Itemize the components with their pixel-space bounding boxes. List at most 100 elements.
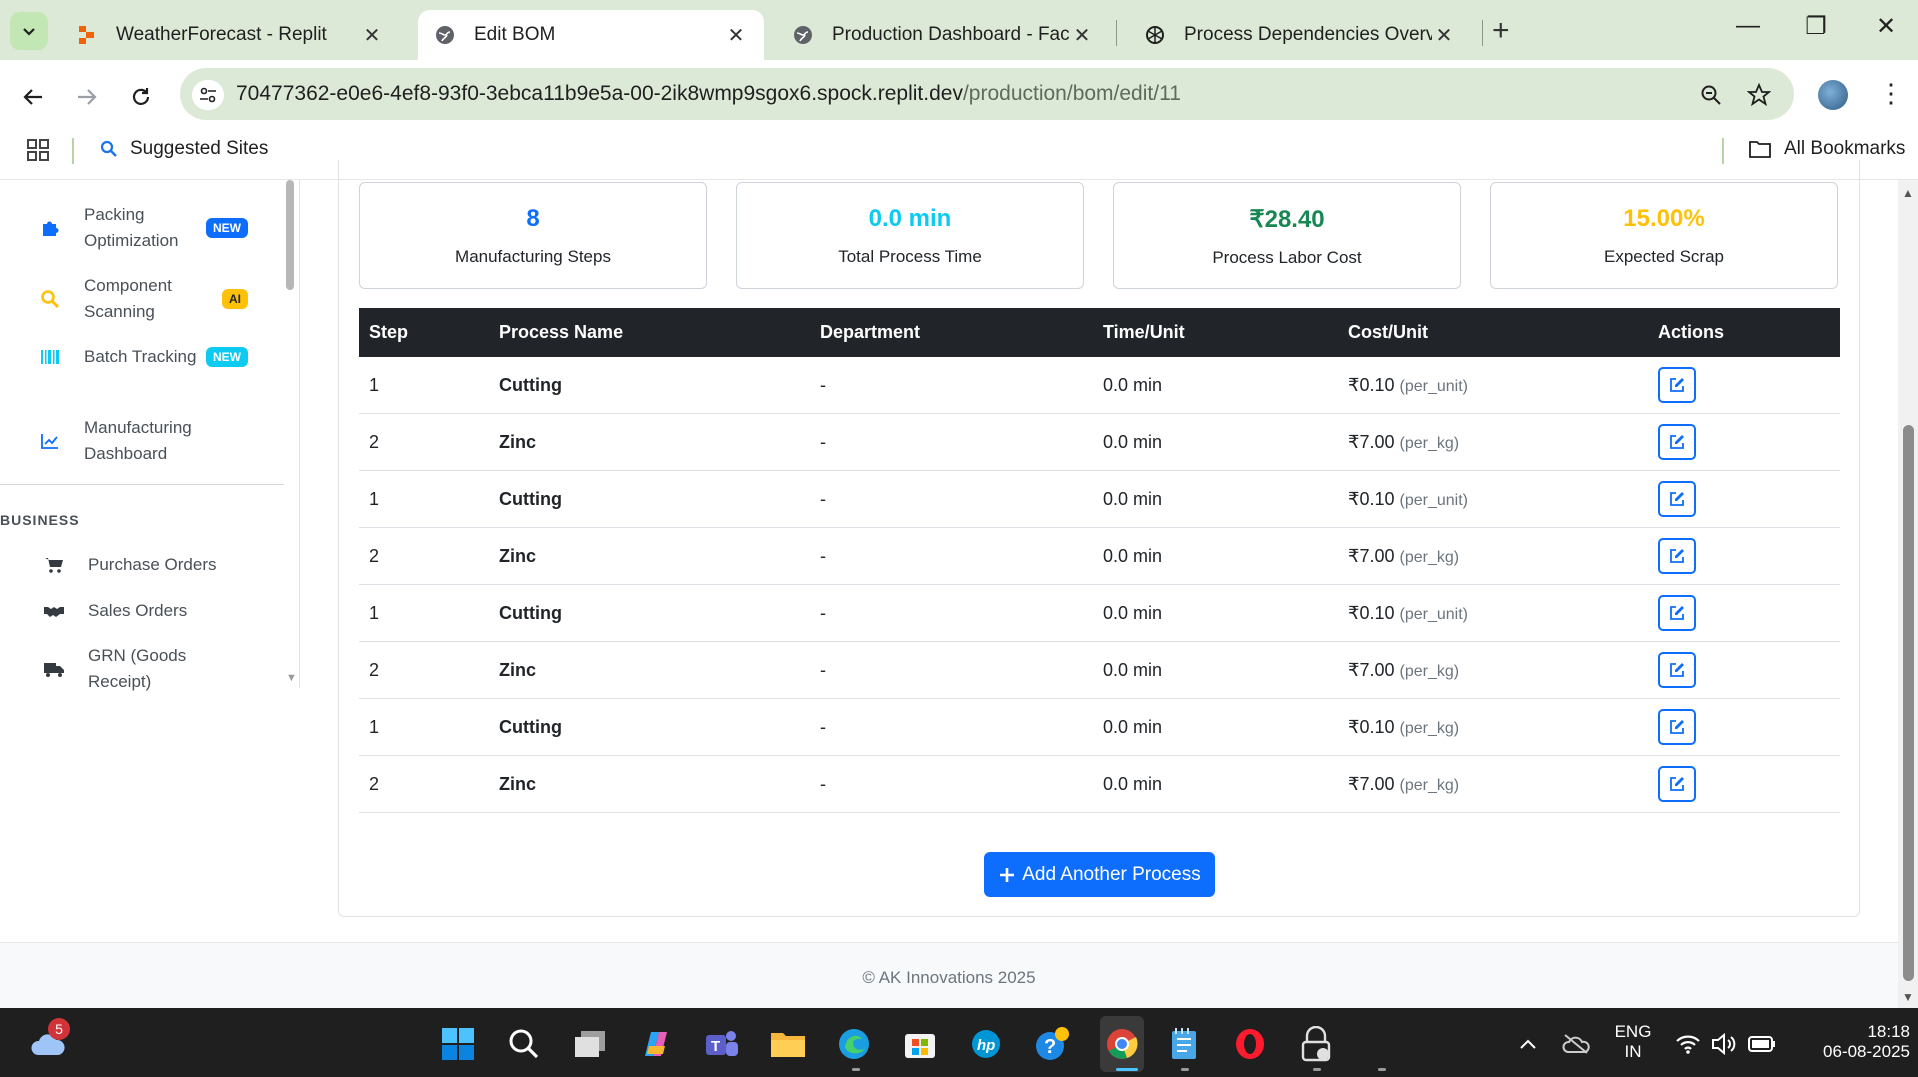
sidebar-item-grn[interactable]: GRN (Goods Receipt): [42, 643, 252, 695]
bookmark-star-icon[interactable]: [1744, 80, 1774, 110]
sidebar-item-packing-optimization[interactable]: Packing Optimization NEW: [38, 202, 248, 254]
help-icon[interactable]: ?: [1032, 1024, 1072, 1064]
barcode-icon: [38, 345, 62, 369]
edit-icon: [1670, 435, 1684, 449]
tab-edit-bom[interactable]: Edit BOM ✕: [418, 10, 764, 60]
close-window-button[interactable]: ✕: [1866, 12, 1906, 41]
sidebar-section-heading: BUSINESS: [0, 512, 80, 528]
edit-icon: [1670, 549, 1684, 563]
sidebar-item-component-scanning[interactable]: Component Scanning AI: [38, 273, 248, 325]
battery-icon[interactable]: [1742, 1024, 1782, 1064]
edit-process-button[interactable]: [1658, 424, 1696, 460]
cost-unit-basis: (per_kg): [1399, 777, 1460, 794]
cell-step: 2: [369, 546, 380, 566]
zoom-icon[interactable]: [1696, 80, 1726, 110]
url-text[interactable]: 70477362-e0e6-4ef8-93f0-3ebca11b9e5a-00-…: [236, 82, 1181, 106]
page-footer: © AK Innovations 2025: [0, 942, 1898, 1008]
language-indicator[interactable]: ENG IN: [1610, 1022, 1656, 1062]
cost-value: ₹0.10: [1348, 375, 1395, 395]
sidebar-scroll-down-icon[interactable]: ▼: [286, 672, 297, 684]
profile-avatar[interactable]: [1818, 80, 1848, 110]
volume-icon[interactable]: [1704, 1024, 1744, 1064]
site-info-icon[interactable]: [192, 80, 224, 110]
file-explorer-icon[interactable]: [768, 1024, 808, 1064]
hp-security-icon[interactable]: [1296, 1024, 1336, 1064]
clock-time: 18:18: [1867, 1022, 1910, 1041]
table-row: 1 Cutting - 0.0 min ₹0.10 (per_unit): [359, 357, 1840, 414]
page-scrollbar-thumb[interactable]: [1903, 425, 1914, 981]
bookmark-suggested-sites[interactable]: Suggested Sites: [100, 138, 268, 160]
language-code: ENG: [1614, 1022, 1652, 1041]
back-button[interactable]: [16, 80, 50, 114]
forward-button[interactable]: [70, 80, 104, 114]
new-tab-button[interactable]: +: [1492, 14, 1510, 48]
new-badge: NEW: [206, 218, 248, 238]
edit-process-button[interactable]: [1658, 766, 1696, 802]
show-hidden-icons-chevron-up-icon[interactable]: [1508, 1024, 1548, 1064]
notepad-icon[interactable]: [1164, 1024, 1204, 1064]
teams-icon[interactable]: T: [702, 1024, 742, 1064]
cell-time-unit: 0.0 min: [1103, 546, 1163, 566]
close-icon[interactable]: ✕: [1070, 23, 1094, 48]
chrome-icon[interactable]: [1102, 1024, 1142, 1064]
cell-time-unit: 0.0 min: [1103, 489, 1163, 509]
plus-icon: [1000, 867, 1015, 882]
edit-process-button[interactable]: [1658, 652, 1696, 688]
minimize-button[interactable]: —: [1728, 12, 1768, 40]
edit-process-button[interactable]: [1658, 595, 1696, 631]
sidebar-item-sales-orders[interactable]: Sales Orders: [42, 598, 252, 624]
weather-notification-badge: 5: [48, 1018, 70, 1040]
add-another-process-button[interactable]: Add Another Process: [984, 852, 1215, 897]
edit-process-button[interactable]: [1658, 481, 1696, 517]
cost-unit-basis: (per_unit): [1399, 606, 1468, 623]
column-header-actions: Actions: [1658, 322, 1725, 342]
system-clock[interactable]: 18:18 06-08-2025: [1790, 1022, 1910, 1062]
sidebar-scrollbar[interactable]: [286, 180, 294, 290]
sidebar-item-purchase-orders[interactable]: Purchase Orders: [42, 552, 252, 578]
edit-process-button[interactable]: [1658, 709, 1696, 745]
sidebar-item-label: Batch Tracking: [84, 347, 197, 366]
scroll-up-icon[interactable]: ▲: [1902, 186, 1914, 200]
cell-department: -: [820, 774, 826, 794]
edge-icon[interactable]: [834, 1024, 874, 1064]
cost-unit-basis: (per_unit): [1399, 378, 1468, 395]
hp-icon[interactable]: hp: [966, 1024, 1006, 1064]
sidebar-item-manufacturing-dashboard[interactable]: Manufacturing Dashboard: [38, 415, 248, 467]
tab-process-dependencies[interactable]: Process Dependencies Overview ✕: [1128, 10, 1472, 60]
edit-process-button[interactable]: [1658, 538, 1696, 574]
close-icon[interactable]: ✕: [360, 23, 384, 48]
cell-department: -: [820, 660, 826, 680]
onedrive-icon[interactable]: [1556, 1024, 1596, 1064]
bookmark-separator: [72, 138, 74, 164]
active-indicator: [1116, 1068, 1138, 1071]
browser-menu-icon[interactable]: ⋮: [1878, 78, 1904, 109]
task-view-icon[interactable]: [570, 1024, 610, 1064]
puzzle-icon: [38, 216, 62, 240]
sidebar-item-batch-tracking[interactable]: Batch Tracking NEW: [38, 344, 248, 370]
search-icon: [100, 140, 117, 157]
opera-icon[interactable]: [1230, 1024, 1270, 1064]
start-button[interactable]: [438, 1024, 478, 1064]
search-icon[interactable]: [504, 1024, 544, 1064]
edit-process-button[interactable]: [1658, 367, 1696, 403]
tab-production-dashboard[interactable]: Production Dashboard - Factory ✕: [776, 10, 1110, 60]
microsoft-store-icon[interactable]: [900, 1024, 940, 1064]
tab-weatherforecast[interactable]: WeatherForecast - Replit ✕: [60, 10, 400, 60]
scroll-down-icon[interactable]: ▼: [1902, 990, 1914, 1004]
stat-total-process-time: 0.0 min Total Process Time: [736, 182, 1084, 289]
apps-grid-icon[interactable]: [26, 138, 50, 167]
reload-button[interactable]: [124, 80, 158, 114]
add-button-label: Add Another Process: [1022, 863, 1201, 885]
wifi-icon[interactable]: [1668, 1024, 1708, 1064]
sidebar-item-label: Component Scanning: [84, 276, 172, 321]
cell-time-unit: 0.0 min: [1103, 432, 1163, 452]
restore-button[interactable]: ❐: [1796, 12, 1836, 41]
tab-title: Production Dashboard - Factory: [832, 24, 1070, 45]
close-icon[interactable]: ✕: [724, 23, 748, 48]
tab-search-button[interactable]: [10, 12, 48, 50]
all-bookmarks-button[interactable]: All Bookmarks: [1748, 138, 1905, 160]
copilot-icon[interactable]: [636, 1024, 676, 1064]
folder-icon: [1749, 141, 1771, 158]
cell-process-name: Cutting: [499, 489, 562, 509]
close-icon[interactable]: ✕: [1432, 23, 1456, 48]
